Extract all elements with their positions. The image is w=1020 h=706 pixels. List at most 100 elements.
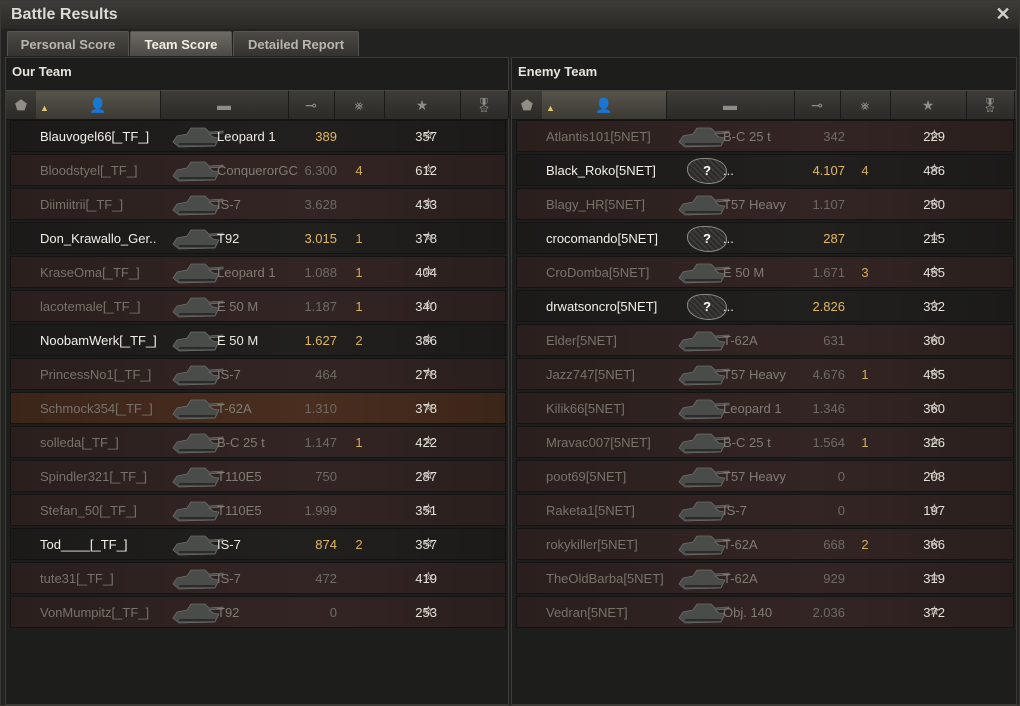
our-team-col-damage-icon[interactable]: ⊸ (288, 91, 335, 119)
player-row[interactable]: PrincessNo1[_TF_] IS-7 464 278 ✮ (10, 358, 506, 390)
damage-icon: ⊸ (811, 97, 823, 113)
damage-value: 287 (823, 231, 845, 246)
player-row[interactable]: Elder[5NET] T-62A 631 360 ✮ (516, 324, 1014, 356)
player-name: crocomando[5NET] (546, 231, 658, 246)
player-row[interactable]: Atlantis101[5NET] B-C 25 t 342 229 ✮ (516, 120, 1014, 152)
enemy-team-panel: Enemy Team ⬟ 👤 ▲ ▬ ⊸ ⨳ ★ 🎖 Atlantis101[5NET] B-C … (511, 57, 1017, 705)
tab-personal-score[interactable]: Personal Score (7, 31, 129, 56)
kills-value: 1 (355, 435, 363, 450)
player-row[interactable]: Schmock354[_TF_] T-62A 1.310 378 ✮ (10, 392, 506, 424)
player-name: Atlantis101[5NET] (546, 129, 651, 144)
player-icon: 👤 (89, 97, 107, 113)
kills-value: 3 (861, 265, 869, 280)
player-row[interactable]: Spindler321[_TF_] T110E5 750 287 ✮ (10, 460, 506, 492)
damage-value: 389 (315, 129, 337, 144)
enemy-team-col-kills-icon[interactable]: ⨳ (840, 91, 891, 119)
tank-name: E 50 M (217, 333, 259, 348)
star-icon: ✮ (423, 263, 434, 278)
star-icon: ✮ (423, 365, 434, 380)
star-icon: ✮ (929, 467, 940, 482)
damage-value: 2.826 (812, 299, 845, 314)
damage-value: 1.088 (304, 265, 337, 280)
tank-name: IS-7 (217, 197, 241, 212)
player-row[interactable]: crocomando[5NET]?... 287 215 ✮ (516, 222, 1014, 254)
player-row[interactable]: Don_Krawallo_Ger.. T92 3.015 1 378 ✮ (10, 222, 506, 254)
kills-value: 1 (355, 299, 363, 314)
player-row[interactable]: VonMumpitz[_TF_] T92 0 253 ✮ (10, 596, 506, 628)
our-team-column-header: ⬟ 👤 ▲ ▬ ⊸ ⨳ ★ 🎖 (6, 90, 509, 120)
enemy-team-col-damage-icon[interactable]: ⊸ (794, 91, 841, 119)
player-row[interactable]: Bloodstyel[_TF_] ConquerorGC 6.300 4 612 ✮ (10, 154, 506, 186)
tank-name: E 50 M (723, 265, 765, 280)
tank-name: Leopard 1 (723, 401, 782, 416)
player-name: drwatsoncro[5NET] (546, 299, 658, 314)
star-icon: ✮ (929, 195, 940, 210)
star-icon: ✮ (423, 161, 434, 176)
battle-results-window: Battle Results ✕ Personal Score Team Sco… (0, 0, 1020, 706)
kills-icon: ⨳ (860, 97, 870, 113)
kills-value: 2 (355, 537, 363, 552)
damage-value: 929 (823, 571, 845, 586)
player-row[interactable]: tute31[_TF_] IS-7 472 419 ✮ (10, 562, 506, 594)
player-row[interactable]: solleda[_TF_] B-C 25 t 1.147 1 422 ✮ (10, 426, 506, 458)
player-name: Spindler321[_TF_] (40, 469, 147, 484)
player-row[interactable]: Blagy_HR[5NET] T57 Heavy 1.107 250 ✮ (516, 188, 1014, 220)
our-team-col-kills-icon[interactable]: ⨳ (334, 91, 385, 119)
kills-value: 2 (861, 537, 869, 552)
tab-team-score[interactable]: Team Score (130, 31, 232, 56)
player-row[interactable]: Jazz747[5NET] T57 Heavy 4.676 1 455 ✮ (516, 358, 1014, 390)
kills-value: 1 (355, 265, 363, 280)
our-team-col-player-icon[interactable]: 👤 ▲ (36, 91, 161, 119)
player-row[interactable]: Vedran[5NET] Obj. 140 2.036 372 ✮ (516, 596, 1014, 628)
player-row[interactable]: TheOldBarba[5NET] T-62A 929 319 ✮ (516, 562, 1014, 594)
tank-name: T57 Heavy (723, 197, 786, 212)
enemy-team-col-badge-icon[interactable]: ⬟ (512, 91, 543, 119)
tank-name: B-C 25 t (723, 435, 771, 450)
damage-value: 3.628 (304, 197, 337, 212)
player-row[interactable]: Stefan_50[_TF_] T110E5 1.999 351 ✮ (10, 494, 506, 526)
player-row[interactable]: Kilik66[5NET] Leopard 1 1.346 360 ✮ (516, 392, 1014, 424)
close-icon[interactable]: ✕ (993, 4, 1013, 24)
player-row[interactable]: Mravac007[5NET] B-C 25 t 1.564 1 326 ✮ (516, 426, 1014, 458)
player-row[interactable]: Black_Roko[5NET]?... 4.107 4 486 ✮ (516, 154, 1014, 186)
player-row[interactable]: drwatsoncro[5NET]?... 2.826 332 ✮ (516, 290, 1014, 322)
tank-name: T-62A (723, 571, 758, 586)
our-team-col-tank-icon[interactable]: ▬ (160, 91, 289, 119)
our-team-col-medal-icon[interactable]: 🎖 (460, 91, 509, 119)
enemy-team-col-experience-star-icon[interactable]: ★ (890, 91, 967, 119)
tank-name: E 50 M (217, 299, 259, 314)
our-team-col-badge-icon[interactable]: ⬟ (6, 91, 37, 119)
damage-value: 874 (315, 537, 337, 552)
tank-name: Leopard 1 (217, 129, 276, 144)
sort-ascending-icon: ▲ (40, 103, 49, 113)
kills-value: 4 (355, 163, 363, 178)
damage-value: 342 (823, 129, 845, 144)
enemy-team-col-player-icon[interactable]: 👤 ▲ (542, 91, 667, 119)
player-row[interactable]: poot69[5NET] T57 Heavy 0 208 ✮ (516, 460, 1014, 492)
player-row[interactable]: KraseOma[_TF_] Leopard 1 1.088 1 404 ✮ (10, 256, 506, 288)
enemy-team-col-medal-icon[interactable]: 🎖 (966, 91, 1015, 119)
star-icon: ✮ (929, 229, 940, 244)
experience-star-icon: ★ (415, 97, 429, 113)
our-team-col-experience-star-icon[interactable]: ★ (384, 91, 461, 119)
damage-value: 2.036 (812, 605, 845, 620)
enemy-team-col-tank-icon[interactable]: ▬ (666, 91, 795, 119)
tab-detailed-report[interactable]: Detailed Report (233, 31, 359, 56)
tank-name: ... (723, 299, 734, 314)
player-row[interactable]: Diimiitrii[_TF_] IS-7 3.628 433 ✮ (10, 188, 506, 220)
star-icon: ✮ (423, 127, 434, 142)
player-name: Black_Roko[5NET] (546, 163, 656, 178)
tank-icon: ▬ (217, 97, 231, 113)
kills-value: 4 (861, 163, 869, 178)
player-row[interactable]: CroDomba[5NET] E 50 M 1.671 3 455 ✮ (516, 256, 1014, 288)
star-icon: ✮ (929, 535, 940, 550)
kills-value: 1 (861, 435, 869, 450)
player-row[interactable]: Blauvogel66[_TF_] Leopard 1 389 357 ✮ (10, 120, 506, 152)
player-row[interactable]: Raketa1[5NET] IS-7 0 197 ✮ (516, 494, 1014, 526)
player-row[interactable]: NoobamWerk[_TF_] E 50 M 1.627 2 386 ✮ (10, 324, 506, 356)
tank-name: ... (723, 231, 734, 246)
player-row[interactable]: Tod____[_TF_] IS-7 874 2 357 ✮ (10, 528, 506, 560)
player-row[interactable]: lacotemale[_TF_] E 50 M 1.187 1 340 ✮ (10, 290, 506, 322)
player-name: Raketa1[5NET] (546, 503, 635, 518)
player-row[interactable]: rokykiller[5NET] T-62A 668 2 366 ✮ (516, 528, 1014, 560)
